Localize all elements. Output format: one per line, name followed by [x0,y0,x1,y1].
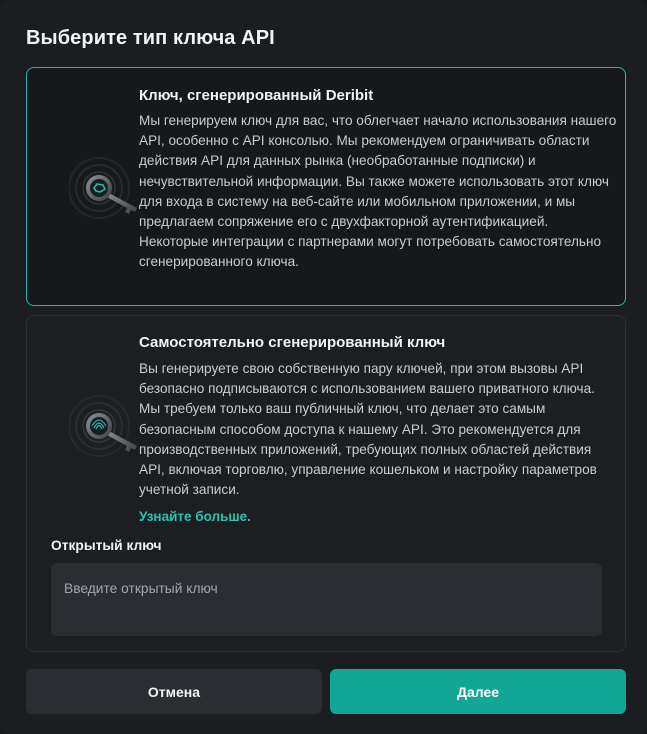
cancel-button[interactable]: Отмена [26,669,322,714]
option-description: Вы генерируете свою собственную пару клю… [139,361,597,498]
fingerprint-key-icon [69,395,137,457]
public-key-input[interactable] [51,563,602,636]
option-heading: Самостоятельно сгенерированный ключ [139,334,446,351]
api-key-type-dialog: Выберите тип ключа API Ключ, сгенерирова… [0,0,647,734]
next-button[interactable]: Далее [330,669,626,714]
option-deribit-generated-key[interactable]: Ключ, сгенерированный Deribit Мы генерир… [26,67,626,306]
option-heading: Ключ, сгенерированный Deribit [139,87,374,104]
key-icon [69,157,137,219]
option-description: Мы генерируем ключ для вас, что облегчае… [139,113,617,270]
option-self-generated-key[interactable]: Самостоятельно сгенерированный ключ Вы г… [26,315,626,652]
public-key-label: Открытый ключ [51,538,162,553]
learn-more-link[interactable]: Узнайте больше. [139,509,251,524]
dialog-title: Выберите тип ключа API [26,27,275,49]
